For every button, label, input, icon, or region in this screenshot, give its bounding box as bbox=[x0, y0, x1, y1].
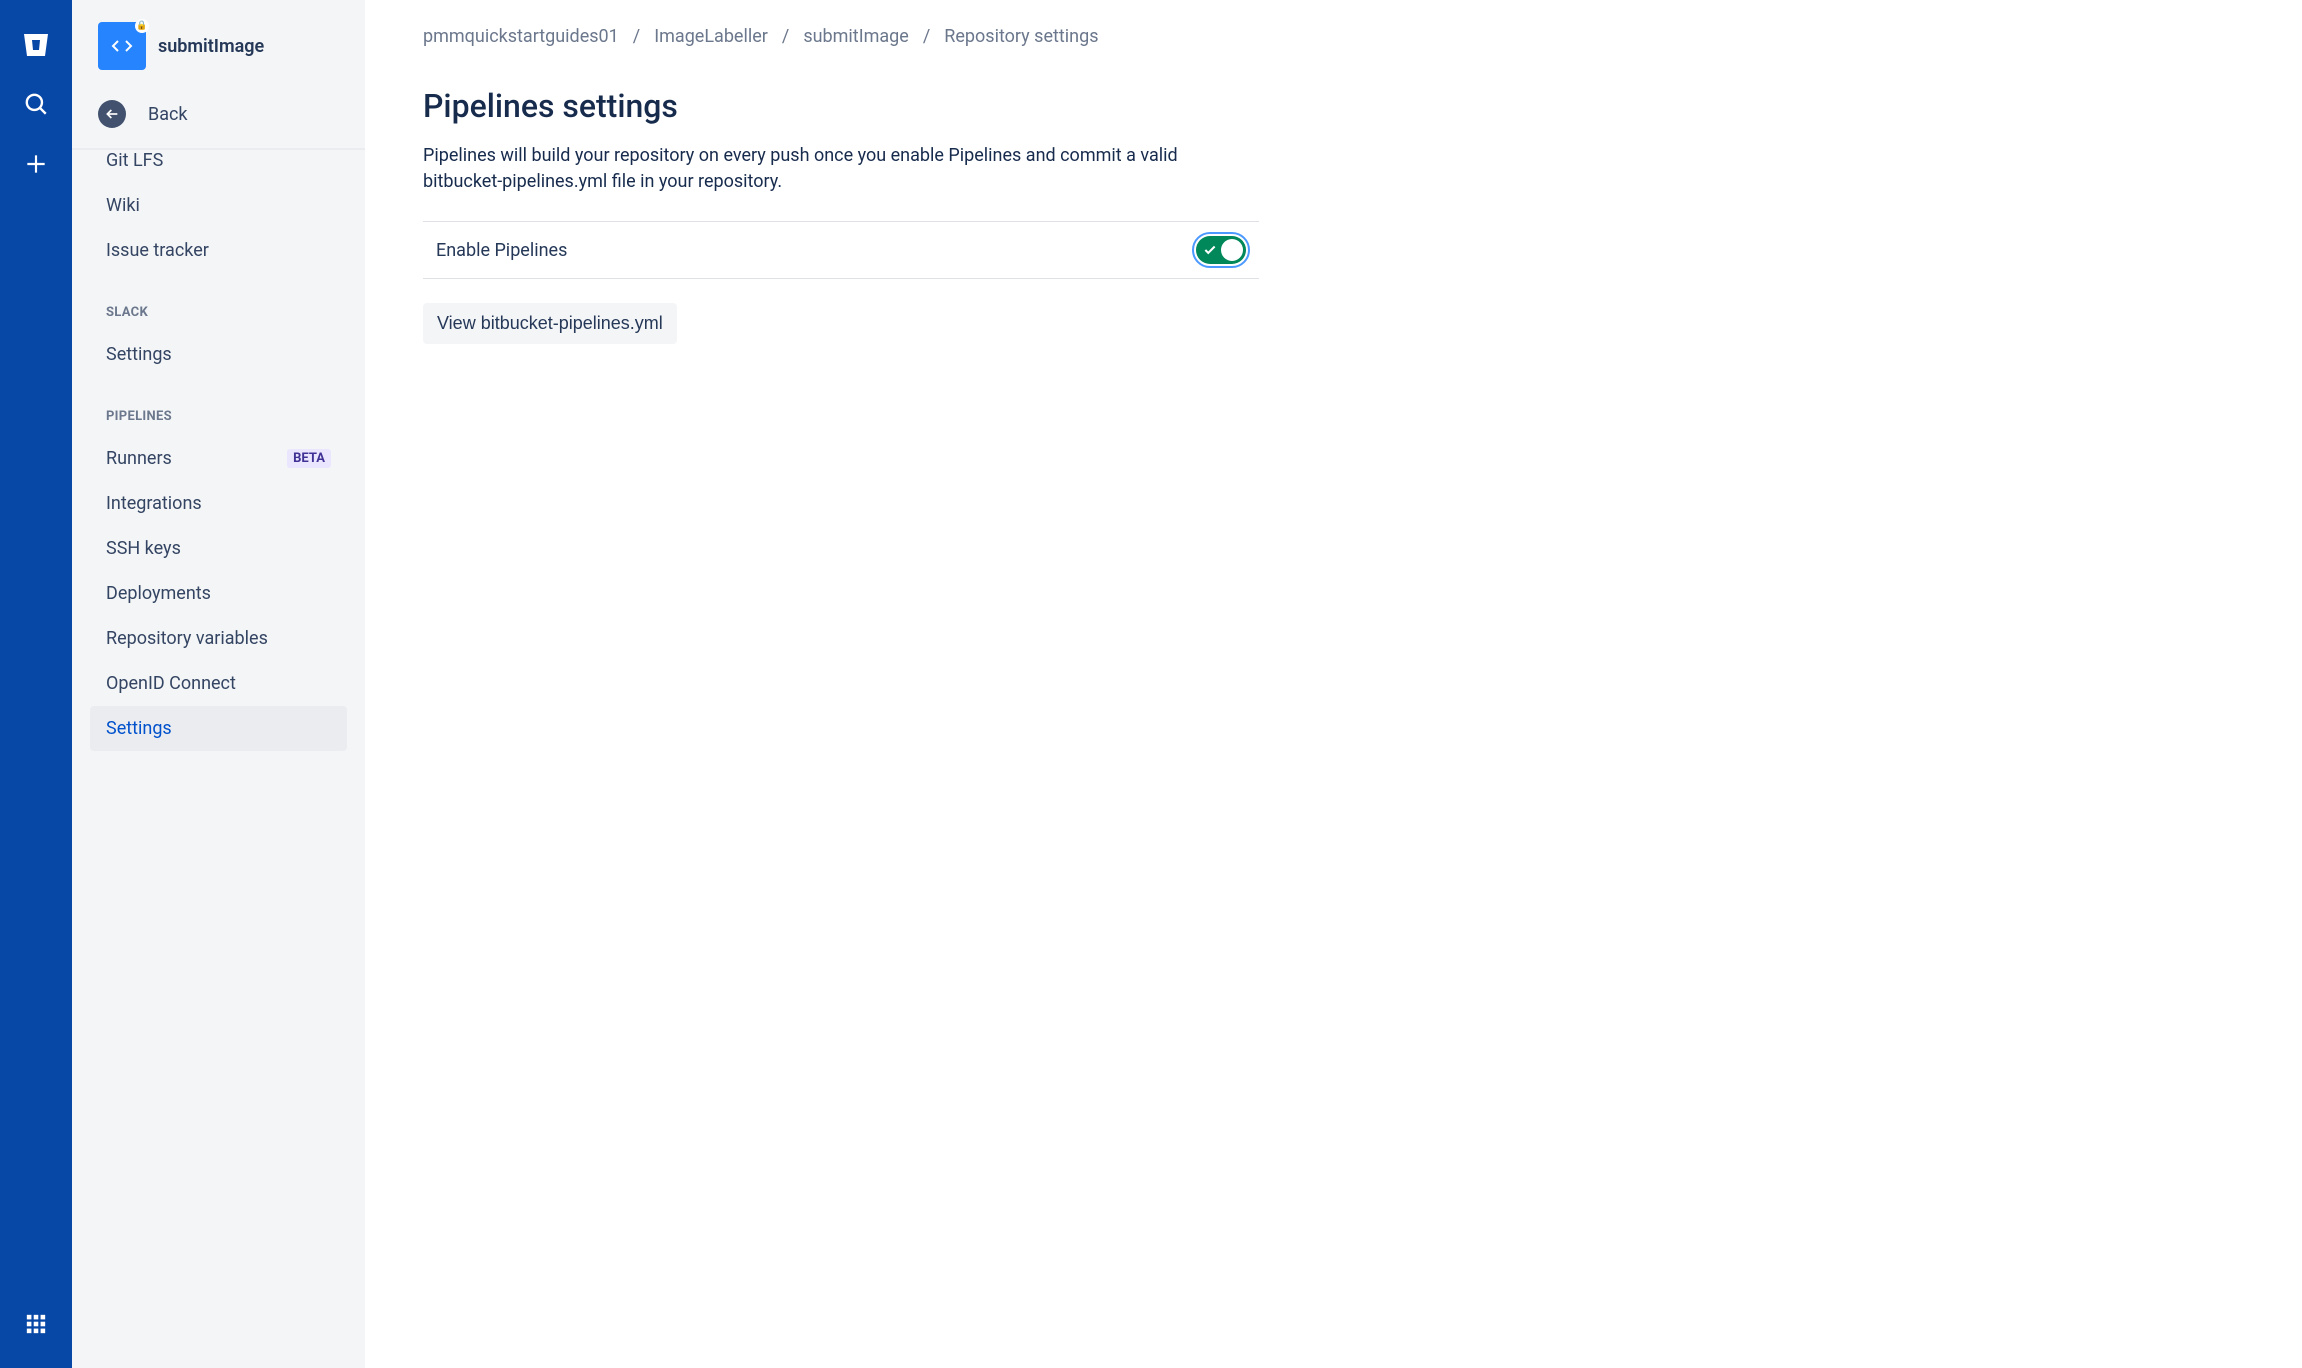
repo-icon: 🔒 bbox=[98, 22, 146, 70]
nav-group-title: PIPELINES bbox=[90, 377, 347, 436]
lock-icon: 🔒 bbox=[135, 19, 149, 33]
sidebar-item-deployments[interactable]: Deployments bbox=[90, 571, 347, 616]
breadcrumb-separator: / bbox=[923, 26, 930, 47]
sidebar-item-label: OpenID Connect bbox=[106, 673, 236, 694]
sidebar-item-settings[interactable]: Settings bbox=[90, 332, 347, 377]
sidebar-item-label: Integrations bbox=[106, 493, 202, 514]
sidebar-item-label: Deployments bbox=[106, 583, 211, 604]
sidebar-header: 🔒 submitImage bbox=[72, 0, 365, 88]
back-arrow-icon bbox=[98, 100, 126, 128]
sidebar-item-label: Repository variables bbox=[106, 628, 268, 649]
sidebar-item-label: Settings bbox=[106, 718, 172, 739]
sidebar-item-runners[interactable]: Runners BETA bbox=[90, 436, 347, 481]
sidebar-item-git-lfs[interactable]: Git LFS bbox=[90, 150, 347, 183]
page-description: Pipelines will build your repository on … bbox=[423, 143, 1253, 195]
breadcrumb-item[interactable]: ImageLabeller bbox=[654, 26, 768, 47]
sidebar-item-integrations[interactable]: Integrations bbox=[90, 481, 347, 526]
nav-group-title: SLACK bbox=[90, 273, 347, 332]
repo-name: submitImage bbox=[158, 36, 264, 57]
breadcrumb-separator: / bbox=[782, 26, 789, 47]
sidebar-item-settings[interactable]: Settings bbox=[90, 706, 347, 751]
breadcrumb-separator: / bbox=[633, 26, 640, 47]
breadcrumb-item[interactable]: submitImage bbox=[803, 26, 909, 47]
enable-pipelines-row: Enable Pipelines bbox=[423, 221, 1259, 279]
checkmark-icon bbox=[1203, 243, 1217, 257]
sidebar-item-label: Runners bbox=[106, 448, 172, 469]
back-label: Back bbox=[148, 104, 188, 125]
enable-pipelines-label: Enable Pipelines bbox=[436, 240, 567, 261]
sidebar-item-ssh-keys[interactable]: SSH keys bbox=[90, 526, 347, 571]
toggle-knob bbox=[1221, 239, 1243, 261]
sidebar: 🔒 submitImage Back Git LFS Wiki Issue trac… bbox=[72, 0, 365, 1368]
sidebar-item-label: Git LFS bbox=[106, 150, 163, 171]
global-nav bbox=[0, 0, 72, 1368]
view-pipelines-yml-button[interactable]: View bitbucket-pipelines.yml bbox=[423, 303, 677, 344]
sidebar-item-label: Wiki bbox=[106, 195, 140, 216]
sidebar-item-wiki[interactable]: Wiki bbox=[90, 183, 347, 228]
breadcrumb-item[interactable]: Repository settings bbox=[944, 26, 1098, 47]
sidebar-item-label: Issue tracker bbox=[106, 240, 209, 261]
main-content: pmmquickstartguides01 / ImageLabeller / subm… bbox=[365, 0, 2302, 1368]
sidebar-nav: Git LFS Wiki Issue tracker SLACK Settings PIP… bbox=[72, 148, 365, 1368]
sidebar-item-repository-variables[interactable]: Repository variables bbox=[90, 616, 347, 661]
page-title: Pipelines settings bbox=[423, 87, 2244, 125]
breadcrumb-item[interactable]: pmmquickstartguides01 bbox=[423, 26, 619, 47]
breadcrumbs: pmmquickstartguides01 / ImageLabeller / subm… bbox=[423, 26, 2244, 47]
back-button[interactable]: Back bbox=[72, 88, 365, 148]
beta-badge: BETA bbox=[287, 449, 331, 468]
search-icon[interactable] bbox=[16, 84, 56, 124]
apps-grid-icon[interactable] bbox=[16, 1304, 56, 1344]
create-icon[interactable] bbox=[16, 144, 56, 184]
sidebar-item-openid-connect[interactable]: OpenID Connect bbox=[90, 661, 347, 706]
sidebar-item-label: Settings bbox=[106, 344, 172, 365]
sidebar-item-label: SSH keys bbox=[106, 538, 181, 559]
bitbucket-logo-icon[interactable] bbox=[16, 24, 56, 64]
sidebar-item-issue-tracker[interactable]: Issue tracker bbox=[90, 228, 347, 273]
enable-pipelines-toggle[interactable] bbox=[1196, 236, 1246, 264]
